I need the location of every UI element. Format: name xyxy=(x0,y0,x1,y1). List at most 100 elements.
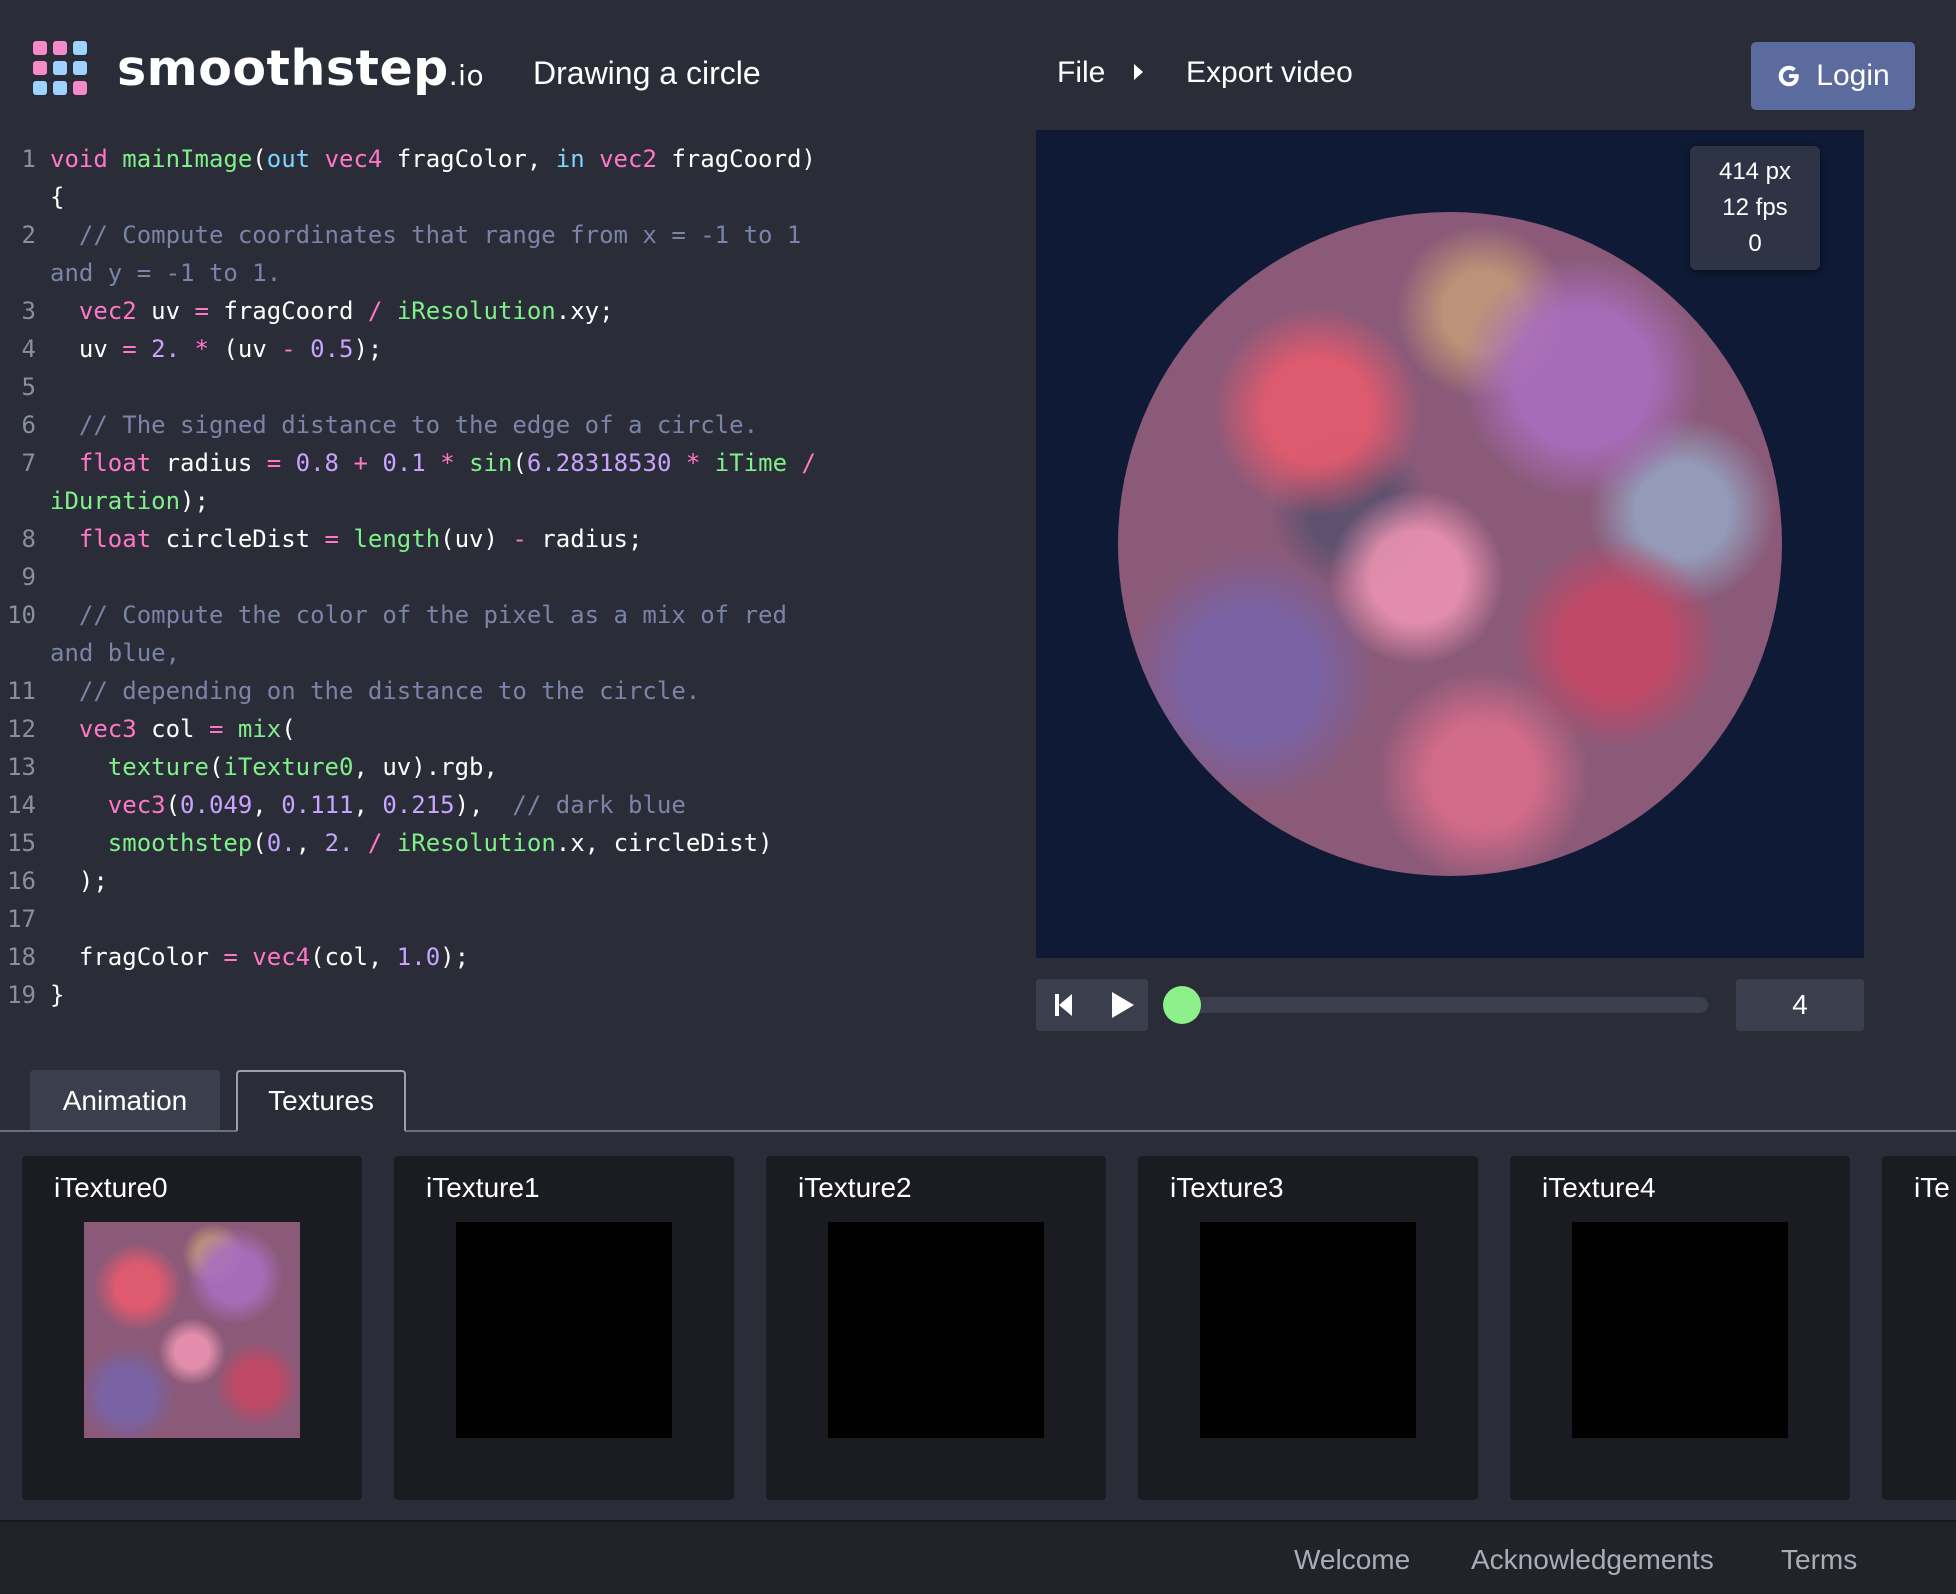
code-line[interactable]: 2 // Compute coordinates that range from… xyxy=(0,216,1000,254)
line-number: 16 xyxy=(7,867,36,895)
code-text: iDuration); xyxy=(50,482,209,520)
line-number: 10 xyxy=(7,601,36,629)
code-line[interactable]: 3 vec2 uv = fragCoord / iResolution.xy; xyxy=(0,292,1000,330)
texture-slot-1[interactable]: iTexture1 xyxy=(394,1156,734,1500)
code-line[interactable]: 8 float circleDist = length(uv) - radius… xyxy=(0,520,1000,558)
stats-fps: 12 fps xyxy=(1722,194,1788,221)
code-token: fragColor, xyxy=(382,145,556,173)
code-token: 0.215 xyxy=(382,791,455,819)
code-line[interactable]: 9 xyxy=(0,558,1000,596)
export-video-menu-item[interactable]: Export video xyxy=(1186,56,1353,90)
texture-label: iTexture2 xyxy=(798,1172,912,1203)
code-line[interactable]: 4 uv = 2. * (uv - 0.5); xyxy=(0,330,1000,368)
timeline-slider-thumb[interactable] xyxy=(1163,986,1201,1024)
duration-input[interactable]: 4 xyxy=(1736,979,1864,1031)
texture-slot-3[interactable]: iTexture3 xyxy=(1138,1156,1478,1500)
code-token: uv xyxy=(50,335,123,363)
code-text: fragColor = vec4(col, 1.0); xyxy=(50,938,469,976)
texture-slot-2[interactable]: iTexture2 xyxy=(766,1156,1106,1500)
code-token: vec3 xyxy=(50,791,166,819)
code-text: // The signed distance to the edge of a … xyxy=(50,406,758,444)
logo-tile xyxy=(33,61,47,75)
code-token: vec4 xyxy=(324,145,383,173)
code-token: fragColor xyxy=(50,943,224,971)
code-token: (uv xyxy=(208,335,282,363)
logo-tile xyxy=(73,81,87,95)
code-line[interactable]: 13 texture(iTexture0, uv).rgb, xyxy=(0,748,1000,786)
line-number: 15 xyxy=(7,829,36,857)
footer-link-terms[interactable]: Terms xyxy=(1781,1544,1857,1576)
code-token: = xyxy=(266,449,282,477)
tab-animation[interactable]: Animation xyxy=(30,1070,220,1132)
footer-link-welcome[interactable]: Welcome xyxy=(1294,1544,1410,1576)
playback-controls xyxy=(1036,979,1148,1031)
code-token: ( xyxy=(252,829,267,857)
code-line[interactable]: { xyxy=(0,178,1000,216)
code-line[interactable]: 15 smoothstep(0., 2. / iResolution.x, ci… xyxy=(0,824,1000,862)
footer-link-acknowledgements[interactable]: Acknowledgements xyxy=(1471,1544,1714,1576)
logo-tile xyxy=(53,61,67,75)
code-line[interactable]: 11 // depending on the distance to the c… xyxy=(0,672,1000,710)
code-token: mainImage xyxy=(107,145,253,173)
code-token: 0.1 xyxy=(382,449,426,477)
timeline-slider-track[interactable] xyxy=(1180,997,1708,1013)
login-button[interactable]: Login xyxy=(1751,42,1915,110)
code-line[interactable]: 16 ); xyxy=(0,862,1000,900)
code-text: { xyxy=(50,178,64,216)
google-icon xyxy=(1779,65,1800,87)
logo-tile xyxy=(73,61,87,75)
code-text: and blue, xyxy=(50,634,180,672)
code-text: texture(iTexture0, uv).rgb, xyxy=(50,748,498,786)
code-token: * xyxy=(440,449,455,477)
code-token: and blue, xyxy=(50,639,181,667)
code-line[interactable]: 1 void mainImage(out vec4 fragColor, in v… xyxy=(0,140,1000,178)
code-line[interactable]: 17 xyxy=(0,900,1000,938)
code-line[interactable]: 18 fragColor = vec4(col, 1.0); xyxy=(0,938,1000,976)
texture-slot-0[interactable]: iTexture0 xyxy=(22,1156,362,1500)
code-token: mix xyxy=(237,715,282,743)
code-token: // Compute coordinates that range from x… xyxy=(50,221,802,249)
code-token: - xyxy=(512,525,527,553)
code-token: fragCoord xyxy=(208,297,368,325)
code-token: , xyxy=(252,791,282,819)
code-token: vec3 xyxy=(50,715,137,743)
code-line[interactable]: 6 // The signed distance to the edge of … xyxy=(0,406,1000,444)
code-line[interactable]: 7 float radius = 0.8 + 0.1 * sin(6.28318… xyxy=(0,444,1000,482)
line-number: 18 xyxy=(7,943,36,971)
brand-logo[interactable]: smoothstep.io xyxy=(117,40,484,97)
code-line[interactable]: and blue, xyxy=(0,634,1000,672)
code-token: 1.0 xyxy=(396,943,441,971)
document-title[interactable]: Drawing a circle xyxy=(533,55,761,92)
code-token: .xy; xyxy=(555,297,614,325)
code-line[interactable]: iDuration); xyxy=(0,482,1000,520)
code-token: 0.5 xyxy=(310,335,354,363)
play-button[interactable] xyxy=(1092,979,1148,1031)
code-line[interactable]: 14 vec3(0.049, 0.111, 0.215), // dark bl… xyxy=(0,786,1000,824)
code-token: * xyxy=(685,449,701,477)
code-line[interactable]: and y = -1 to 1. xyxy=(0,254,1000,292)
code-line[interactable]: 19} xyxy=(0,976,1000,1014)
line-number: 7 xyxy=(21,449,36,477)
code-editor[interactable]: 1 void mainImage(out vec4 fragColor, in v… xyxy=(0,140,1000,1014)
code-line[interactable]: 12 vec3 col = mix( xyxy=(0,710,1000,748)
code-token: iTexture0 xyxy=(223,753,354,781)
logo-icon[interactable] xyxy=(33,41,87,95)
code-token: length xyxy=(353,525,441,553)
code-line[interactable]: 10 // Compute the color of the pixel as … xyxy=(0,596,1000,634)
file-menu[interactable]: File xyxy=(1057,56,1105,90)
texture-slot-4[interactable]: iTexture4 xyxy=(1510,1156,1850,1500)
texture-slot-5[interactable]: iTe xyxy=(1882,1156,1956,1500)
code-token: fragCoord) xyxy=(656,145,816,173)
tab-textures[interactable]: Textures xyxy=(236,1070,406,1132)
skip-to-start-button[interactable] xyxy=(1036,979,1092,1031)
code-line[interactable]: 5 xyxy=(0,368,1000,406)
code-token: // dark blue xyxy=(512,791,686,819)
texture-thumbnail-empty xyxy=(456,1222,672,1438)
